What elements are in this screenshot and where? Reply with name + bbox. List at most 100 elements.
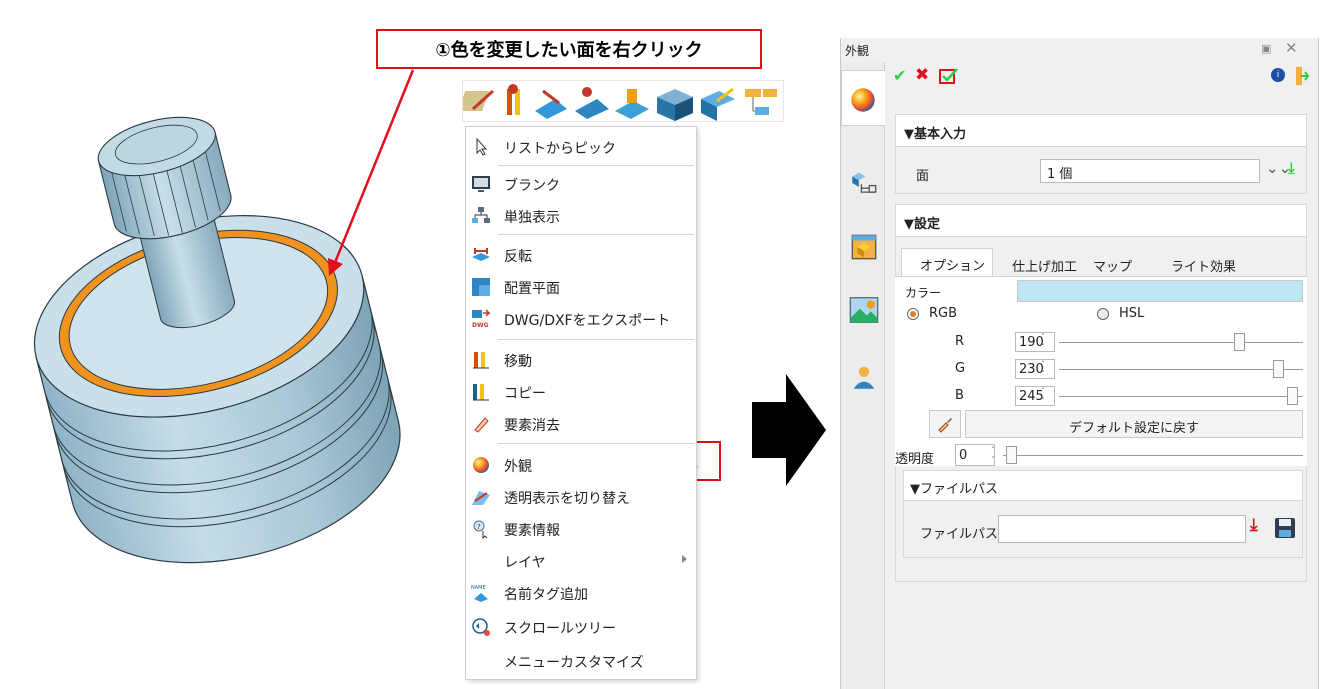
r-input[interactable]: 190 [1015,332,1055,352]
menu-item-customize-menu[interactable]: メニューカスタマイズ [466,645,696,677]
appearance-sphere-icon [473,457,489,473]
scroll-tree-icon [472,618,490,636]
close-icon[interactable]: ✕ [1285,39,1298,57]
tab-map[interactable]: マップ [1093,256,1132,275]
tree-structure-icon[interactable] [745,89,777,115]
tab-light-effect[interactable]: ライト効果 [1171,256,1236,275]
menu-item-pick-from-list[interactable]: リストからピック [466,131,696,163]
r-slider-thumb[interactable] [1233,333,1245,351]
ok-check-icon[interactable]: ✔ [893,66,906,85]
b-slider-track [1059,396,1303,397]
b-spinner[interactable]: ˄ ˅ [1037,386,1049,406]
g-slider-thumb[interactable] [1272,360,1284,378]
apply-check-icon[interactable] [939,67,959,85]
menu-item-label: ブランク [504,178,560,194]
menu-item-dwg-export[interactable]: DWG DWG/DXFをエクスポート [466,303,696,335]
name-badge: NAME [471,585,486,591]
menu-item-label: 配置平面 [504,281,560,297]
panel-side-tabs [841,62,885,689]
monitor-blank-icon [472,176,490,192]
hsl-label: HSL [1119,306,1145,321]
tab-options[interactable]: オプション [901,248,993,276]
restore-default-label: デフォルト設定に戻す [1068,421,1199,436]
context-menu: リストからピック ブランク 単独表示 反転 配置平面 DWG DWG/DXFをエ… [465,126,697,680]
restore-default-button[interactable]: デフォルト設定に戻す [965,410,1303,438]
menu-item-placement-plane[interactable]: 配置平面 [466,271,696,303]
settings-title: ▼設定 [904,217,940,232]
menu-separator [498,234,694,235]
cancel-x-icon[interactable]: ✖ [915,65,929,85]
restore-icon[interactable]: ▣ [1261,42,1271,55]
surface-de-icon[interactable] [575,87,609,119]
panel-title: 外観 [845,44,870,58]
tab-label: オプション [920,259,986,274]
menu-item-copy[interactable]: コピー [466,376,696,408]
tab-finish[interactable]: 仕上げ加工 [1012,256,1077,275]
transparency-slider-thumb[interactable] [1006,446,1017,464]
menu-item-label: 移動 [504,354,532,370]
menu-separator [498,165,694,166]
menu-item-move[interactable]: 移動 [466,344,696,376]
extrude-arrow-icon[interactable] [701,87,735,121]
side-tab-appearance[interactable] [841,70,885,126]
hsl-radio[interactable] [1097,308,1109,320]
menu-item-appearance[interactable]: 外観 [466,449,696,481]
menu-item-label: リストからピック [504,141,616,157]
download-green-icon[interactable]: ⤓ [1288,159,1295,177]
g-slider-track [1059,369,1303,370]
brush-button[interactable] [929,410,961,438]
menu-item-label: レイヤ [504,555,546,571]
offset-face-icon[interactable] [615,89,649,119]
menu-separator [498,339,694,340]
name-tag-icon: NAME [471,585,488,602]
side-tab-user-icon[interactable] [851,364,877,390]
appearance-panel: 外観 ▣ ✕ ✔ ✖ i ▼基本入力 面 1 個 ⌄⌄ ⤓ ▼設定 オプション … [840,38,1319,689]
svg-text:?: ? [477,523,481,531]
color-swatch[interactable] [1017,280,1303,302]
menu-item-label: 透明表示を切り替え [504,491,630,507]
transparency-slider-track [1003,455,1303,456]
menu-item-add-name-tag[interactable]: NAME 名前タグ追加 [466,577,696,609]
basic-input-header[interactable]: ▼基本入力 [895,114,1307,146]
menu-item-element-info[interactable]: ? 要素情報 [466,513,696,545]
menu-item-flip[interactable]: 反転 [466,239,696,271]
paint-brush-icon [938,418,952,433]
rgb-radio[interactable] [907,308,919,320]
context-toolbar [458,80,784,122]
dwg-badge: DWG [472,322,489,329]
menu-item-layer[interactable]: レイヤ [466,545,696,577]
move-icon [473,352,489,369]
menu-item-toggle-transparency[interactable]: 透明表示を切り替え [466,481,696,513]
step1-callout: ①色を変更したい面を右クリック [376,29,762,69]
menu-item-label: 反転 [504,249,532,265]
menu-item-erase[interactable]: 要素消去 [466,408,696,440]
plane-icon [472,278,490,296]
b-slider-thumb[interactable] [1287,387,1299,405]
info-circle-icon[interactable]: i [1271,68,1285,82]
exit-panel-icon[interactable] [1295,66,1309,86]
settings-bottom-border [895,466,1307,582]
menu-item-label: スクロールツリー [504,621,616,637]
g-label: G [955,361,966,376]
surface-arrow-icon[interactable] [535,89,567,119]
side-tab-scene-icon[interactable] [851,234,877,260]
transparency-spinner[interactable]: ˄ ˅ [987,445,999,465]
menu-item-scroll-tree[interactable]: スクロールツリー [466,611,696,643]
side-tab-structure-icon[interactable] [851,170,877,196]
b-input[interactable]: 245 [1015,386,1055,406]
menu-item-label: 要素情報 [504,523,560,539]
box-face-icon[interactable] [657,89,693,121]
g-input[interactable]: 230 [1015,359,1055,379]
side-tab-image-icon[interactable] [849,296,879,324]
flip-icon [472,248,490,261]
sketch-icon[interactable] [458,89,495,111]
copy-icon [473,384,489,401]
menu-item-blank[interactable]: ブランク [466,168,696,200]
appearance-sphere-icon [851,88,875,112]
menu-item-isolate[interactable]: 単独表示 [466,200,696,232]
g-spinner[interactable]: ˄ ˅ [1037,359,1049,379]
settings-header[interactable]: ▼設定 [895,204,1307,236]
face-selection-field[interactable]: 1 個 [1040,159,1260,183]
r-spinner[interactable]: ˄ ˅ [1037,332,1049,352]
move-de-icon[interactable] [507,84,520,115]
